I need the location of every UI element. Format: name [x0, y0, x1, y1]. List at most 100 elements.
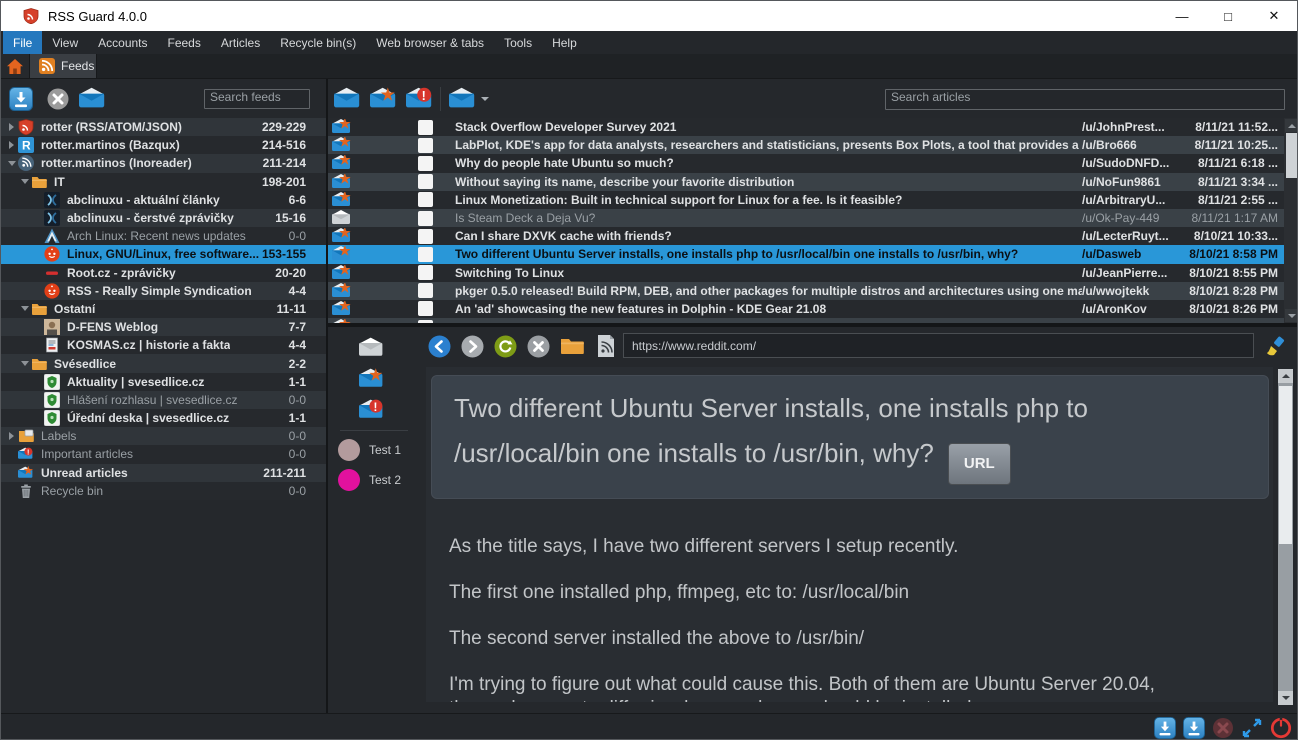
close-downloads-button[interactable] — [1212, 717, 1234, 739]
article-row[interactable]: ★LabPlot, KDE's app for data analysts, r… — [328, 136, 1284, 154]
mark-article-important-button[interactable]: ! — [406, 87, 434, 111]
expander-closed-icon[interactable] — [5, 432, 18, 440]
feed-row[interactable]: Rrotter.martinos (Bazqux)214-516 — [1, 136, 326, 154]
scroll-thumb[interactable] — [1279, 386, 1292, 544]
downloads-button-1[interactable] — [1154, 717, 1176, 739]
menu-view[interactable]: View — [42, 31, 88, 54]
feed-row[interactable]: Hlášení rozhlasu | svesedlice.cz0-0 — [1, 391, 326, 409]
downloads-button-2[interactable] — [1183, 717, 1205, 739]
scroll-up-button[interactable] — [1285, 119, 1298, 132]
scroll-up-button[interactable] — [1278, 369, 1293, 383]
important-checkbox[interactable] — [418, 265, 433, 280]
quit-button[interactable] — [1270, 717, 1292, 739]
scroll-down-button[interactable] — [1285, 309, 1298, 322]
mark-read-button[interactable] — [79, 87, 107, 111]
important-checkbox[interactable] — [418, 138, 433, 153]
article-row[interactable]: ★Why do people hate Ubuntu so much?/u/Su… — [328, 154, 1284, 172]
label-test-2[interactable]: Test 2 — [338, 469, 401, 491]
scroll-thumb[interactable] — [1286, 133, 1297, 178]
important-checkbox[interactable] — [418, 229, 433, 244]
reload-button[interactable] — [494, 335, 517, 358]
article-row[interactable]: ★Linux Monetization: Built in technical … — [328, 191, 1284, 209]
tab-home[interactable] — [1, 54, 30, 78]
important-checkbox[interactable] — [418, 247, 433, 262]
mark-read-button[interactable] — [359, 336, 385, 360]
important-checkbox[interactable] — [418, 120, 433, 135]
mark-article-read-button[interactable] — [334, 87, 362, 111]
feed-row[interactable]: Linux, GNU/Linux, free software...153-15… — [1, 245, 326, 263]
important-checkbox[interactable] — [418, 174, 433, 189]
feed-row[interactable]: Root.cz - zprávičky20-20 — [1, 264, 326, 282]
url-field[interactable]: https://www.reddit.com/ — [623, 333, 1254, 358]
article-row[interactable]: ★Switching To Linux/u/JeanPierre...8/10/… — [328, 264, 1284, 282]
back-button[interactable] — [428, 335, 451, 358]
article-row[interactable]: ★Stack Overflow Developer Survey 2021/u/… — [328, 118, 1284, 136]
feed-row[interactable]: !Important articles0-0 — [1, 445, 326, 463]
menu-feeds[interactable]: Feeds — [158, 31, 211, 54]
mark-important-button[interactable]: ! — [359, 398, 385, 422]
stop-button[interactable] — [527, 335, 550, 358]
expander-open-icon[interactable] — [18, 179, 31, 184]
browser-scrollbar[interactable] — [1278, 369, 1293, 705]
feed-row[interactable]: Ostatní11-11 — [1, 300, 326, 318]
article-row[interactable]: ★An 'ad' showcasing the new features in … — [328, 300, 1284, 318]
important-checkbox[interactable] — [418, 283, 433, 298]
minimize-button[interactable]: — — [1159, 1, 1205, 31]
mark-unread-button[interactable]: ★ — [359, 367, 385, 391]
feed-row[interactable]: ★Unread articles211-211 — [1, 464, 326, 482]
article-row[interactable]: ★pkger 0.5.0 released! Build RPM, DEB, a… — [328, 282, 1284, 300]
search-feeds-input[interactable]: Search feeds — [204, 89, 310, 109]
expander-open-icon[interactable] — [18, 306, 31, 311]
articles-scrollbar[interactable] — [1284, 118, 1298, 323]
feed-row[interactable]: Labels0-0 — [1, 427, 326, 445]
article-row[interactable]: Is Steam Deck a Deja Vu?/u/Ok-Pay-4498/1… — [328, 209, 1284, 227]
important-checkbox[interactable] — [418, 192, 433, 207]
important-checkbox[interactable] — [418, 211, 433, 226]
expander-closed-icon[interactable] — [5, 123, 18, 131]
menu-tools[interactable]: Tools — [494, 31, 542, 54]
menu-web-browser-tabs[interactable]: Web browser & tabs — [366, 31, 494, 54]
feed-row[interactable]: abclinuxu - aktuální články6-6 — [1, 191, 326, 209]
feed-row[interactable]: abclinuxu - čerstvé zprávičky15-16 — [1, 209, 326, 227]
feed-row[interactable]: IT198-201 — [1, 173, 326, 191]
feed-row[interactable]: Arch Linux: Recent news updates0-0 — [1, 227, 326, 245]
rss-source-button[interactable] — [596, 334, 616, 358]
url-button[interactable]: URL — [948, 443, 1011, 485]
fullscreen-button[interactable] — [1241, 717, 1263, 739]
forward-button[interactable] — [461, 335, 484, 358]
feed-row[interactable]: Recycle bin0-0 — [1, 482, 326, 500]
menu-recycle-bin-s-[interactable]: Recycle bin(s) — [270, 31, 366, 54]
close-button[interactable]: ✕ — [1251, 1, 1297, 31]
expander-closed-icon[interactable] — [5, 141, 18, 149]
article-row[interactable]: ★Can I share DXVK cache with friends?/u/… — [328, 227, 1284, 245]
stop-update-button[interactable] — [47, 88, 69, 110]
feed-row[interactable]: RSS - Really Simple Syndication4-4 — [1, 282, 326, 300]
menu-articles[interactable]: Articles — [211, 31, 270, 54]
expander-open-icon[interactable] — [5, 161, 18, 166]
expander-open-icon[interactable] — [18, 361, 31, 366]
feed-row[interactable]: Svésedlice2-2 — [1, 354, 326, 372]
menu-file[interactable]: File — [3, 31, 42, 54]
mark-all-read-button[interactable] — [449, 87, 477, 111]
scroll-down-button[interactable] — [1278, 691, 1293, 705]
mark-article-unread-button[interactable]: ★ — [370, 87, 398, 111]
search-articles-input[interactable]: Search articles — [885, 89, 1285, 110]
clean-icon[interactable] — [1265, 335, 1287, 357]
menu-help[interactable]: Help — [542, 31, 587, 54]
open-folder-button[interactable] — [560, 336, 584, 356]
feed-row[interactable]: Úřední deska | svesedlice.cz1-1 — [1, 409, 326, 427]
feed-row[interactable]: Aktuality | svesedlice.cz1-1 — [1, 373, 326, 391]
update-feeds-button[interactable] — [9, 87, 33, 111]
menu-accounts[interactable]: Accounts — [88, 31, 157, 54]
feed-row[interactable]: rotter (RSS/ATOM/JSON)229-229 — [1, 118, 326, 136]
feed-row[interactable]: D-FENS Weblog7-7 — [1, 318, 326, 336]
feed-row[interactable]: KOSMAS.cz | historie a fakta4-4 — [1, 336, 326, 354]
article-row[interactable]: ★Two different Ubuntu Server installs, o… — [328, 245, 1284, 263]
label-test-1[interactable]: Test 1 — [338, 439, 401, 461]
article-row[interactable]: ★Without saying its name, describe your … — [328, 173, 1284, 191]
important-checkbox[interactable] — [418, 301, 433, 316]
tab-feeds[interactable]: Feeds — [30, 54, 97, 78]
important-checkbox[interactable] — [418, 156, 433, 171]
maximize-button[interactable]: □ — [1205, 1, 1251, 31]
feed-row[interactable]: rotter.martinos (Inoreader)211-214 — [1, 154, 326, 172]
